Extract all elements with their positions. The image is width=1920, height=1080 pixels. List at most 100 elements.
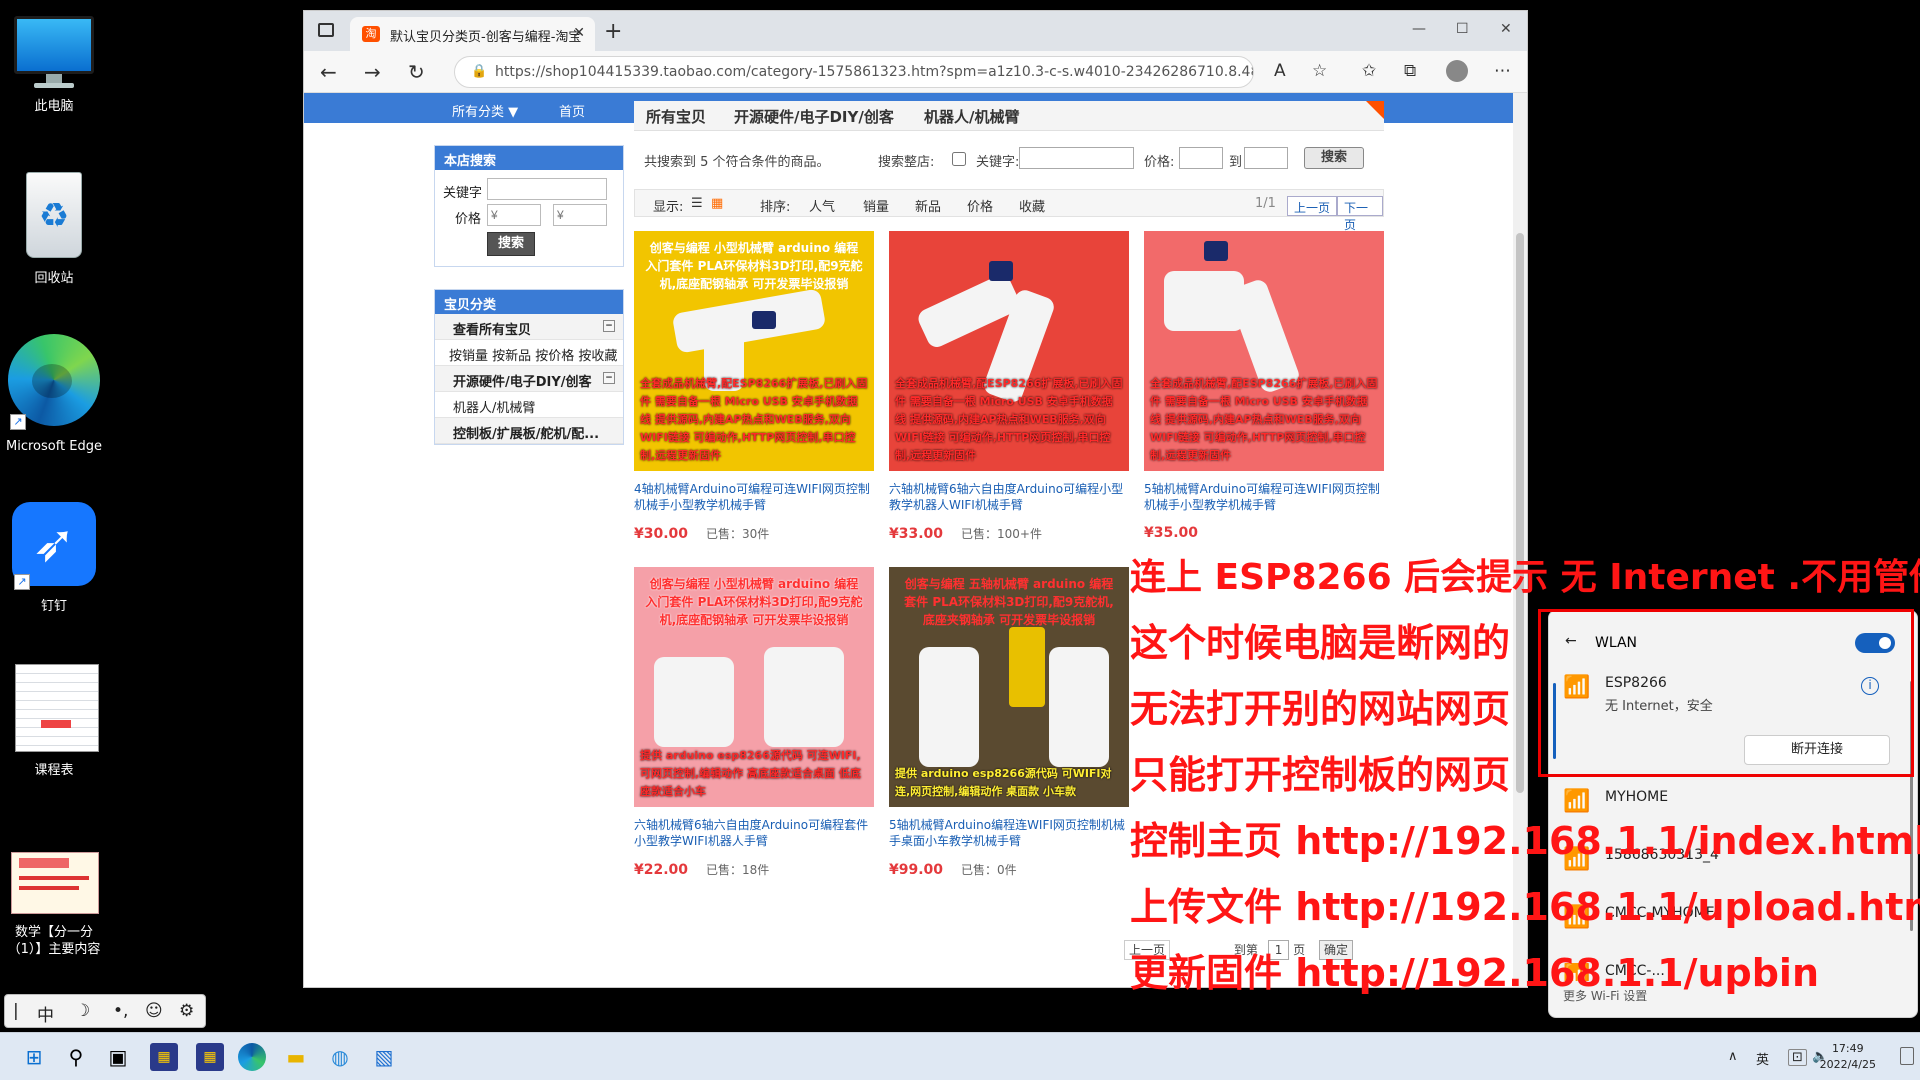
nav-all-categories[interactable]: 所有分类 ▼ [452,101,518,120]
product-card[interactable]: 创客与编程 小型机械臂 arduino 编程入门套件 PLA环保材料3D打印,配… [634,231,874,542]
file-explorer-icon[interactable]: ▬ [282,1043,310,1071]
app-icon-4[interactable]: ▧ [370,1043,398,1071]
ime-emoji-icon[interactable]: ☺ [145,1001,163,1021]
app-icon-1[interactable]: ▦ [150,1043,178,1071]
category-item[interactable]: 控制板/扩展板/舵机/配... [435,418,623,444]
start-windows-icon[interactable]: ⊞ [20,1043,48,1071]
ime-mode-chinese[interactable]: 中 [37,1001,54,1026]
close-tab-icon[interactable]: ✕ [573,25,585,41]
product-image[interactable]: 创客与编程 小型机械臂 arduino 编程入门套件 PLA环保材料3D打印,配… [634,231,874,471]
task-view-icon[interactable]: ▣ [104,1043,132,1071]
sort-option-sales[interactable]: 销量 [863,196,889,215]
lock-icon: 🔒 [471,64,488,79]
desktop-icon-label: 此电脑 [34,99,74,114]
product-name[interactable]: 4轴机械臂Arduino可编程可连WIFI网页控制机械手小型教学机械手臂 [634,481,874,513]
new-tab-icon[interactable]: + [604,19,622,44]
product-image[interactable]: 全套成品机械臂,配ESP8266扩展板,已刷入固件 需要自备一根 Micro U… [889,231,1129,471]
refresh-icon[interactable]: ↻ [408,60,425,84]
breadcrumb-item[interactable]: 开源硬件/电子DIY/创客 [734,106,894,127]
ime-settings-icon[interactable]: ⚙ [179,1001,194,1021]
desktop-icon-dingtalk[interactable]: ➶ ↗ 钉钉 [2,502,106,615]
network-name: MYHOME [1605,789,1669,805]
nav-home[interactable]: 首页 [559,101,585,120]
price-max-input[interactable] [553,204,607,226]
product-image[interactable]: 全套成品机械臂,配ESP8266扩展板,已刷入固件 需要自备一根 Micro U… [1144,231,1384,471]
desktop-icon-edge[interactable]: ↗ Microsoft Edge [2,334,106,455]
shortcut-arrow-icon: ↗ [14,574,30,590]
keyword-input-2[interactable] [1019,147,1134,169]
sidebar-search-button[interactable]: 搜索 [487,232,535,256]
sort-option-new[interactable]: 新品 [915,196,941,215]
back-icon[interactable]: ← [320,60,337,84]
edge-taskbar-icon[interactable] [238,1043,266,1071]
app-icon-2[interactable]: ▦ [196,1043,224,1071]
desktop-icon-this-pc[interactable]: 此电脑 [2,16,106,115]
price-max-input-2[interactable] [1244,147,1288,169]
product-card[interactable]: 全套成品机械臂,配ESP8266扩展板,已刷入固件 需要自备一根 Micro U… [889,231,1129,542]
url-input[interactable]: 🔒 https://shop104415339.taobao.com/categ… [454,56,1254,88]
desktop-icon-schedule[interactable]: 课程表 [2,664,106,779]
collapse-icon[interactable]: − [603,320,615,332]
list-view-icon[interactable]: ☰ [691,196,703,211]
sort-option-price[interactable]: 价格 [967,196,993,215]
shortcut-arrow-icon: ↗ [10,414,26,430]
search-icon[interactable]: ⚲ [62,1043,90,1071]
robot-arm-shape [671,288,827,354]
product-name[interactable]: 六轴机械臂6轴六自由度Arduino可编程套件小型教学WIFI机器人手臂 [634,817,874,849]
category-item[interactable]: 机器人/机械臂 [435,392,623,418]
tab-active[interactable]: 淘 默认宝贝分类页-创客与编程-淘宝 ✕ [350,17,595,51]
product-image[interactable]: 创客与编程 小型机械臂 arduino 编程入门套件 PLA环保材料3D打印,配… [634,567,874,807]
favorites-icon[interactable]: ✩ [1362,61,1376,81]
more-menu-icon[interactable]: ⋯ [1494,61,1511,81]
ime-moon-icon[interactable]: ☽ [75,1001,90,1021]
product-card[interactable]: 全套成品机械臂,配ESP8266扩展板,已刷入固件 需要自备一根 Micro U… [1144,231,1384,541]
favorite-star-icon[interactable]: ☆ [1312,61,1327,81]
product-name[interactable]: 六轴机械臂6轴六自由度Arduino可编程小型教学机器人WIFI机械手臂 [889,481,1129,513]
recycle-bin-icon: ♻ [22,172,86,262]
sort-option-favorites[interactable]: 收藏 [1019,196,1045,215]
category-item[interactable]: 查看所有宝贝 − [435,314,623,340]
category-item[interactable]: 按销量 按新品 按价格 按收藏 [435,340,623,366]
taskbar-clock[interactable]: 17:49 2022/4/25 [1820,1041,1876,1073]
profile-avatar[interactable] [1446,60,1468,82]
product-name[interactable]: 5轴机械臂Arduino可编程可连WIFI网页控制机械手小型教学机械手臂 [1144,481,1384,513]
product-card[interactable]: 创客与编程 小型机械臂 arduino 编程入门套件 PLA环保材料3D打印,配… [634,567,874,878]
notification-icon[interactable] [1900,1047,1914,1065]
scrollbar-thumb[interactable] [1516,233,1524,793]
price-min-input[interactable] [487,204,541,226]
collections-icon[interactable]: ⧉ [1404,61,1416,81]
product-name[interactable]: 5轴机械臂Arduino编程连WIFI网页控制机械手桌面小车教学机械手臂 [889,817,1129,849]
annotation-line: 连上 ESP8266 后会提示 无 Internet .不用管他 [1130,557,1920,598]
ime-punctuation-icon[interactable]: •, [113,1001,128,1021]
search-shop-checkbox[interactable] [952,152,966,166]
desktop-icon-recycle-bin[interactable]: ♻ 回收站 [2,172,106,287]
next-page-button[interactable]: 下一页 [1337,196,1383,232]
keyword-input[interactable] [487,178,607,200]
product-image-features: 提供 arduino esp8266源代码 可连WIFI,可网页控制,编辑动作 … [640,749,861,798]
prev-page-button[interactable]: 上一页 [1287,196,1338,216]
tab-actions-icon[interactable] [318,23,334,37]
product-card[interactable]: 创客与编程 五轴机械臂 arduino 编程套件 PLA环保材料3D打印,配9克… [889,567,1129,878]
network-tray-icon[interactable]: ⊡ [1788,1049,1807,1066]
category-item[interactable]: 开源硬件/电子DIY/创客 − [435,366,623,392]
minimize-icon[interactable]: — [1412,21,1426,37]
breadcrumb-item[interactable]: 机器人/机械臂 [924,106,1019,127]
desktop-icon-math-doc[interactable]: 数学【分一分（1）】主要内容 [2,852,106,958]
collapse-icon[interactable]: − [603,372,615,384]
grid-view-icon[interactable]: ▦ [711,196,723,211]
input-language[interactable]: 英 [1756,1049,1769,1068]
sort-option-popularity[interactable]: 人气 [809,196,835,215]
breadcrumb-item[interactable]: 所有宝贝 [646,106,706,127]
price-min-input-2[interactable] [1179,147,1223,169]
read-aloud-icon[interactable]: A [1274,61,1286,81]
ime-grip-icon[interactable]: | [13,1001,19,1021]
close-window-icon[interactable]: ✕ [1500,21,1512,37]
maximize-icon[interactable]: ☐ [1456,21,1469,37]
forward-icon[interactable]: → [364,60,381,84]
tray-overflow-icon[interactable]: ∧ [1728,1049,1738,1064]
app-icon-3[interactable]: ◍ [326,1043,354,1071]
result-search-button[interactable]: 搜索 [1304,147,1364,169]
annotation-line: 更新固件 http://192.168.1.1/upbin [1130,951,1820,995]
category-title: 宝贝分类 [435,290,623,314]
product-image[interactable]: 创客与编程 五轴机械臂 arduino 编程套件 PLA环保材料3D打印,配9克… [889,567,1129,807]
